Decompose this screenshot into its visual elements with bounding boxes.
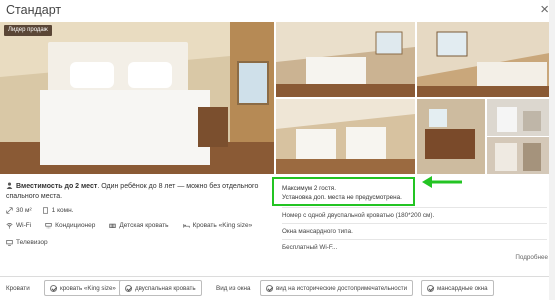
room-photo-6[interactable] [487, 99, 549, 136]
area-icon [6, 207, 13, 214]
room-photo-5[interactable] [417, 99, 485, 174]
room-info: Вместимость до 2 мест. Один ребёнок до 8… [6, 182, 268, 246]
check-icon [50, 284, 57, 292]
area-value: 30 м² [16, 207, 32, 214]
capacity-text: Вместимость до 2 мест. Один ребёнок до 8… [6, 182, 268, 202]
rooms-value: 1 комн. [51, 207, 74, 214]
divider [282, 239, 547, 240]
wifi-description: Бесплатный Wi-F... [282, 244, 338, 251]
scrollbar[interactable] [549, 0, 555, 300]
check-icon [427, 284, 434, 292]
view-option-attic-windows[interactable]: мансардные окна [421, 280, 494, 296]
chip-label: мансардные окна [437, 284, 488, 292]
view-option-landmarks[interactable]: вид на исторические достопримечательност… [260, 280, 414, 296]
amenity-label: Телевизор [16, 239, 48, 246]
amenity-label: Wi-Fi [16, 222, 32, 229]
guest-limit-text: Максимум 2 гостя. Установка доп. места н… [282, 184, 402, 202]
room-photo-7[interactable] [487, 137, 549, 174]
amenity-tv: Телевизор [6, 239, 48, 246]
arrow-left-icon [422, 176, 462, 188]
room-photo-2[interactable] [276, 22, 415, 97]
person-icon [6, 182, 13, 189]
divider [282, 207, 547, 208]
chip-label: вид на исторические достопримечательност… [276, 284, 408, 292]
door-icon [42, 207, 48, 214]
filter-footer: Кровати кровать «King size» двуспальная … [0, 276, 555, 300]
amenity-label: Кровать «King size» [192, 222, 253, 229]
bed-description: Номер с одной двуспальной кроватью (180*… [282, 212, 435, 219]
amenity-wifi: Wi-Fi [6, 222, 31, 229]
main-room-photo[interactable]: Лидер продаж [0, 22, 274, 174]
chip-label: кровать «King size» [60, 284, 116, 292]
extra-bed-line: Установка доп. места не предусмотрена. [282, 194, 402, 201]
room-meta: 30 м² 1 комн. [6, 207, 268, 214]
wifi-icon [6, 223, 13, 229]
rooms-item: 1 комн. [42, 207, 74, 214]
window-description: Окна мансардного типа. [282, 228, 353, 235]
bed-option-double[interactable]: двуспальная кровать [119, 280, 202, 296]
photo-gallery: Лидер продаж [0, 22, 555, 174]
amenity-label: Кондиционер [55, 222, 96, 229]
view-label: Вид из окна [216, 285, 251, 292]
area-item: 30 м² [6, 207, 32, 214]
air-conditioner-icon [45, 223, 52, 229]
crib-icon [109, 223, 117, 228]
chip-label: двуспальная кровать [135, 284, 196, 292]
bed-icon [182, 224, 190, 228]
amenity-ac: Кондиционер [45, 222, 95, 229]
check-icon [125, 284, 132, 292]
bestseller-badge: Лидер продаж [4, 25, 52, 36]
close-icon[interactable]: × [540, 2, 549, 17]
room-photo-4[interactable] [276, 99, 415, 174]
capacity-bold: Вместимость до 2 мест [16, 183, 98, 190]
dialog-header: Стандарт × [0, 0, 555, 22]
max-guests-line: Максимум 2 гостя. [282, 185, 336, 192]
amenity-crib: Детская кровать [109, 222, 169, 229]
bed-option-king[interactable]: кровать «King size» [44, 280, 122, 296]
tv-icon [6, 240, 13, 246]
divider [282, 223, 547, 224]
dialog-title: Стандарт [6, 3, 62, 17]
more-link[interactable]: Подробнее [515, 254, 548, 261]
amenities-list: Wi-Fi Кондиционер Детская кровать Кроват… [6, 222, 266, 246]
beds-label: Кровати [6, 285, 30, 292]
amenity-king-bed: Кровать «King size» [182, 222, 253, 229]
room-photo-3[interactable] [417, 22, 555, 97]
check-icon [266, 284, 273, 292]
amenity-label: Детская кровать [119, 222, 169, 229]
